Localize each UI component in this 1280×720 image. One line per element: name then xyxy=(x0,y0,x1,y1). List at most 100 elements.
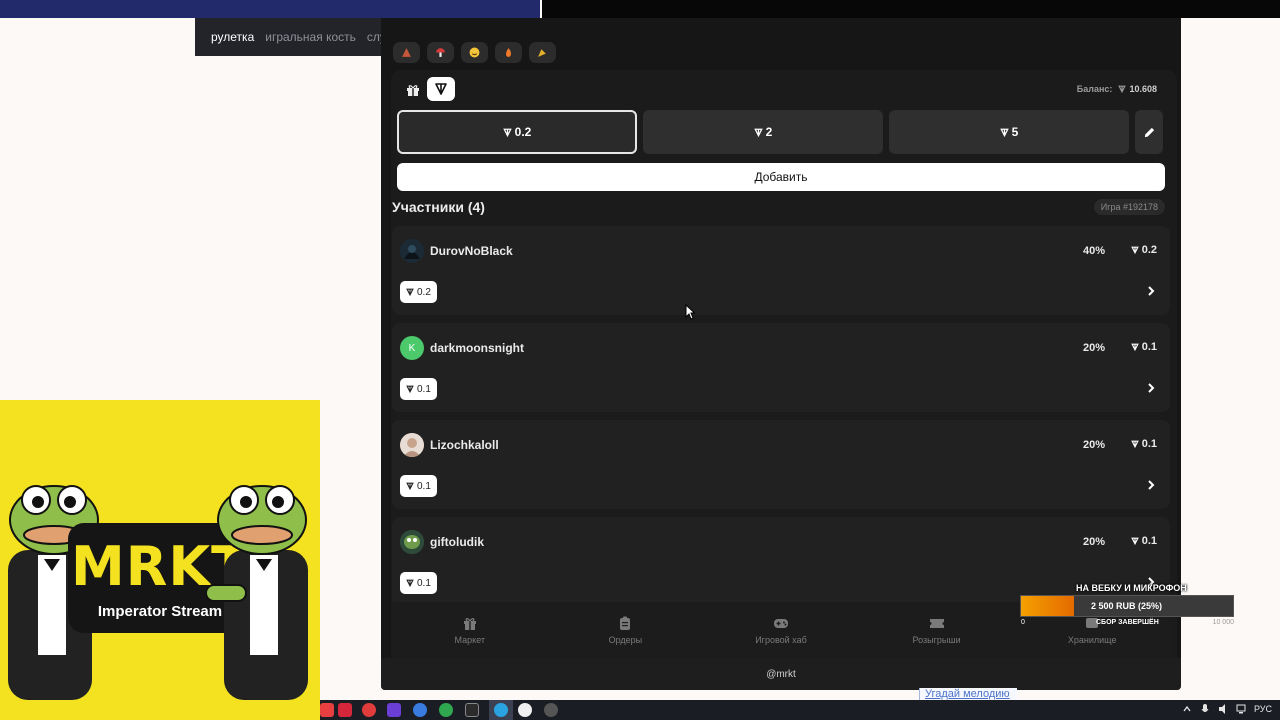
gift-icon xyxy=(463,618,476,630)
gift-mode-button[interactable] xyxy=(403,80,423,100)
telegram-icon[interactable] xyxy=(494,703,508,717)
emoji-filter-flame[interactable] xyxy=(495,42,522,63)
bet-option-2[interactable]: 2 xyxy=(643,110,883,154)
participants-title: Участники (4) xyxy=(392,199,485,215)
avatar-image xyxy=(400,433,424,457)
ton-icon xyxy=(1130,537,1139,545)
nav-game-hub[interactable]: Игровой хаб xyxy=(703,602,859,658)
amount-value: 0.2 xyxy=(1141,244,1157,256)
participant-amount: 0.1 xyxy=(1130,341,1157,353)
amount-value: 0.1 xyxy=(1141,341,1157,353)
notion-icon[interactable] xyxy=(465,703,479,717)
emoji-filter-mushroom[interactable] xyxy=(427,42,454,63)
bet-option-5[interactable]: 5 xyxy=(889,110,1129,154)
bet-option-0-2[interactable]: 0.2 xyxy=(397,110,637,154)
edit-bets-button[interactable] xyxy=(1135,110,1163,154)
emoji-filter-row xyxy=(393,42,556,63)
language-indicator[interactable]: РУС xyxy=(1254,704,1272,714)
avatar-image xyxy=(400,239,424,263)
balance-display: Баланс: 10.608 xyxy=(1077,84,1157,94)
chevron-right-icon[interactable] xyxy=(1144,478,1158,492)
add-button[interactable]: Добавить xyxy=(397,163,1165,191)
system-tray: РУС xyxy=(1182,703,1272,715)
nav-market[interactable]: Маркет xyxy=(392,602,548,658)
chip-value: 0.1 xyxy=(417,480,431,492)
emoji-filter-party[interactable] xyxy=(529,42,556,63)
amount-value: 0.1 xyxy=(1141,438,1157,450)
participant-amount: 0.2 xyxy=(1130,244,1157,256)
participant-name: darkmoonsnight xyxy=(430,341,525,355)
windows-taskbar: РУС xyxy=(320,700,1280,720)
participant-name: Lizochkaloll xyxy=(430,438,499,452)
ton-icon xyxy=(435,83,447,95)
avatar: K xyxy=(400,336,424,360)
gift-icon xyxy=(407,85,419,96)
frog-mascot-right xyxy=(206,485,308,700)
nav-label: Хранилище xyxy=(1067,635,1117,645)
participant-amount: 0.1 xyxy=(1130,535,1157,547)
ton-icon xyxy=(753,128,763,137)
chevron-up-icon[interactable] xyxy=(1182,703,1192,715)
participant-row[interactable]: DurovNoBlack 40% 0.2 0.2 xyxy=(392,226,1170,315)
chip-value: 0.2 xyxy=(417,286,431,298)
ton-mode-button[interactable] xyxy=(427,77,455,101)
footer-handle[interactable]: @mrkt xyxy=(381,658,1181,690)
triangle-flag-icon xyxy=(402,48,411,57)
emoji-filter-flag[interactable] xyxy=(393,42,420,63)
bet-chip: 0.1 xyxy=(400,572,437,594)
ide-icon[interactable] xyxy=(387,703,401,717)
background-browser-tabs: рулетка игральная кость случ xyxy=(195,18,385,56)
donation-amount: 2 500 RUB (25%) xyxy=(1091,601,1163,611)
donation-progress-fill xyxy=(1021,596,1074,616)
nav-giveaways[interactable]: Розыгрыши xyxy=(859,602,1015,658)
ton-icon xyxy=(406,385,414,393)
participant-row[interactable]: K darkmoonsnight 20% 0.1 0.1 xyxy=(392,323,1170,412)
yandex-browser-icon[interactable] xyxy=(518,703,532,717)
nav-label: Розыгрыши xyxy=(912,635,961,645)
bet-chip: 0.1 xyxy=(400,378,437,400)
game-id-badge: Игра #192178 xyxy=(1093,199,1165,215)
emoji-filter-smiley[interactable] xyxy=(461,42,488,63)
chip-value: 0.1 xyxy=(417,383,431,395)
taskbar-app-icon[interactable] xyxy=(320,703,334,717)
nav-orders[interactable]: Ордеры xyxy=(548,602,704,658)
donation-goal-title: НА ВЕБКУ И МИКРОФОН xyxy=(1076,583,1187,593)
donation-goal-widget: НА ВЕБКУ И МИКРОФОН 2 500 RUB (25%) 0 СБ… xyxy=(1020,580,1234,630)
chevron-right-icon[interactable] xyxy=(1144,381,1158,395)
pencil-icon xyxy=(1144,127,1154,137)
nav-label: Ордеры xyxy=(608,635,643,645)
participant-percent: 40% xyxy=(1082,245,1105,257)
chevron-right-icon[interactable] xyxy=(1144,284,1158,298)
microphone-icon[interactable] xyxy=(1200,703,1210,715)
participant-row[interactable]: Lizochkaloll 20% 0.1 0.1 xyxy=(392,420,1170,509)
speaker-icon[interactable] xyxy=(1218,703,1228,715)
participants-list: DurovNoBlack 40% 0.2 0.2 K darkmoonsnigh… xyxy=(392,226,1170,602)
ton-icon xyxy=(1118,85,1126,94)
donation-progress-bar: 2 500 RUB (25%) xyxy=(1020,595,1234,617)
ton-icon xyxy=(1130,440,1139,448)
edge-icon[interactable] xyxy=(413,703,427,717)
avatar-image xyxy=(400,530,424,554)
ton-icon xyxy=(502,128,512,137)
tab-roulette[interactable]: рулетка xyxy=(211,30,254,44)
avatar xyxy=(400,530,424,554)
yandex-icon[interactable] xyxy=(338,703,352,717)
participant-name: DurovNoBlack xyxy=(430,244,513,258)
participant-name: giftoludik xyxy=(430,535,484,549)
obs-icon[interactable] xyxy=(544,703,558,717)
flame-icon xyxy=(506,48,511,57)
chrome-icon[interactable] xyxy=(439,703,453,717)
tab-dice[interactable]: игральная кость xyxy=(265,30,356,44)
bet-chip: 0.2 xyxy=(400,281,437,303)
bet-value: 2 xyxy=(765,125,773,139)
stream-overlay-art: MRKT Imperator Stream xyxy=(0,400,320,720)
clipboard-icon xyxy=(620,616,631,630)
smiley-icon xyxy=(469,47,480,58)
nav-label: Маркет xyxy=(454,635,486,645)
ton-icon xyxy=(406,482,414,490)
network-icon[interactable] xyxy=(1236,703,1246,715)
bet-options: 0.2 2 5 xyxy=(397,110,1163,154)
amount-value: 0.1 xyxy=(1141,535,1157,547)
opera-icon[interactable] xyxy=(362,703,376,717)
mushroom-icon xyxy=(436,48,445,57)
